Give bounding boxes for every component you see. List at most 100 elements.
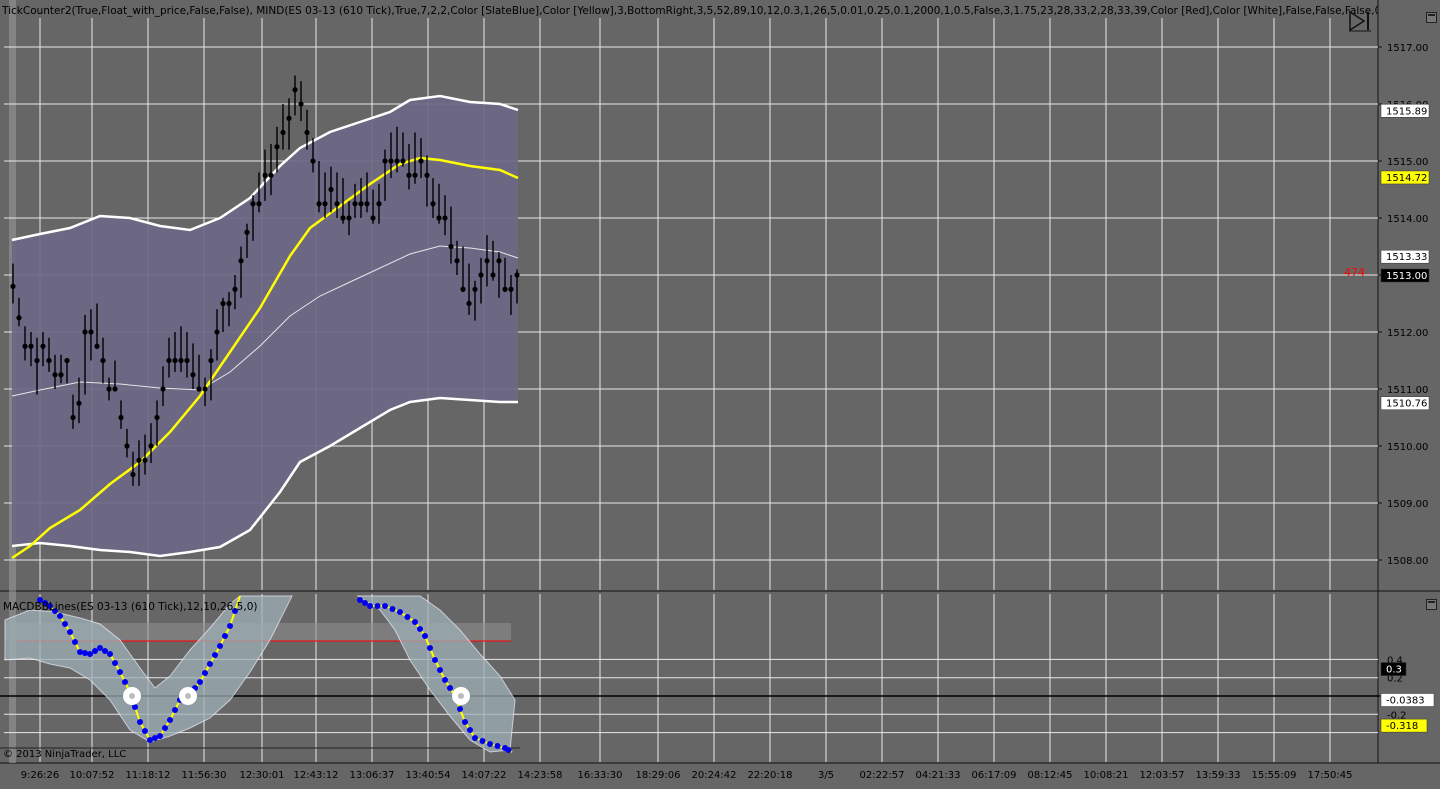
price-bar-close (94, 343, 100, 349)
price-bar-close (484, 258, 490, 264)
price-badge-label: 1513.00 (1386, 271, 1427, 282)
macd-dot (222, 633, 228, 639)
price-bar-close (466, 300, 472, 307)
price-bar-close (160, 386, 166, 392)
panel-collapse-icon[interactable] (1426, 599, 1437, 610)
price-bar-close (28, 343, 34, 349)
price-bar-close (418, 158, 424, 164)
crossover-marker-center (458, 693, 464, 699)
price-bar-close (130, 471, 136, 478)
price-tick-label: 1517.00 (1387, 43, 1428, 54)
price-bar-close (190, 372, 196, 378)
time-tick-label: 12:43:12 (294, 770, 339, 781)
time-tick-label: 22:20:18 (748, 770, 793, 781)
price-bar-close (292, 87, 298, 93)
price-bar-close (340, 215, 346, 221)
macd-dot (207, 661, 213, 667)
time-tick-label: 18:29:06 (636, 770, 681, 781)
price-bar-close (382, 158, 388, 164)
price-bar-close (424, 172, 430, 178)
macd-dot (122, 679, 128, 685)
macd-dot (72, 639, 78, 645)
panel-collapse-icon[interactable] (1426, 12, 1437, 23)
macd-dot (157, 733, 163, 739)
price-bar-close (22, 343, 28, 349)
macd-dot (137, 719, 143, 725)
chart-canvas[interactable]: 1517.001516.001515.001514.001513.001512.… (0, 0, 1440, 789)
time-tick-label: 12:03:57 (1140, 770, 1185, 781)
price-bar-close (142, 457, 148, 463)
macd-dot (167, 717, 173, 723)
time-tick-label: 16:33:30 (578, 770, 623, 781)
price-bar-close (364, 201, 370, 207)
play-pause-icon[interactable] (1348, 9, 1372, 33)
price-tick-label: 1512.00 (1387, 328, 1428, 339)
price-bar-close (346, 215, 352, 221)
price-tick-label: 1510.00 (1387, 442, 1428, 453)
price-bar-close (274, 144, 280, 150)
macd-dot (447, 685, 453, 691)
macd-dot (432, 657, 438, 663)
macd-dot (412, 619, 418, 625)
macd-dot (202, 670, 208, 676)
price-bar-close (454, 258, 460, 264)
price-bar-close (34, 357, 40, 364)
time-tick-label: 08:12:45 (1028, 770, 1073, 781)
price-bar-close (40, 343, 46, 349)
price-bar-close (166, 357, 172, 364)
price-bar-close (112, 386, 118, 392)
price-bar-close (490, 272, 496, 278)
price-bar-close (154, 414, 160, 421)
price-bar-close (406, 172, 412, 178)
macd-dot (117, 669, 123, 675)
price-bar-close (178, 357, 184, 364)
price-bar-close (118, 414, 124, 421)
price-bar-close (196, 386, 202, 392)
macd-dot (102, 648, 108, 654)
price-bar-close (460, 286, 466, 292)
macd-dot (77, 649, 83, 655)
macd-dot (457, 706, 463, 712)
price-bar-close (442, 215, 448, 221)
price-bar-close (250, 201, 256, 207)
price-bar-close (472, 286, 478, 292)
price-tick-label: 1515.00 (1387, 157, 1428, 168)
price-bar-close (214, 329, 220, 335)
macd-dot (357, 597, 363, 603)
time-tick-label: 12:30:01 (240, 770, 285, 781)
time-tick-label: 02:22:57 (860, 770, 905, 781)
macd-badge-label: -0.0383 (1386, 696, 1425, 707)
price-bar-close (58, 372, 64, 378)
time-tick-label: 04:21:33 (916, 770, 961, 781)
macd-dot (142, 728, 148, 734)
macd-dot (82, 650, 88, 656)
macd-dot (374, 603, 381, 609)
price-bar-close (328, 186, 334, 193)
macd-badge-label: -0.318 (1386, 721, 1418, 732)
time-tick-label: 20:24:42 (692, 770, 737, 781)
price-tick-label: 1509.00 (1387, 499, 1428, 510)
macd-dot (97, 645, 103, 651)
price-bar-close (298, 101, 304, 107)
price-bar-close (238, 258, 244, 264)
macd-dot (67, 629, 73, 635)
price-bar-close (310, 158, 316, 164)
price-bar-close (244, 229, 250, 235)
price-bar-close (16, 315, 22, 321)
macd-dot (87, 651, 93, 657)
price-bar-close (334, 201, 340, 207)
price-badge-label: 1515.89 (1386, 106, 1427, 117)
price-bar-close (400, 158, 406, 164)
macd-dot (92, 648, 98, 654)
macd-dot (107, 651, 113, 657)
price-bar-close (256, 201, 262, 207)
macd-dot (462, 719, 468, 725)
time-tick-label: 11:18:12 (126, 770, 171, 781)
price-bar-close (448, 243, 454, 250)
price-bar-close (220, 300, 226, 307)
macd-dot (404, 614, 411, 620)
price-bar-close (316, 201, 322, 207)
time-tick-label: 11:56:30 (182, 770, 227, 781)
macd-dot (427, 645, 433, 651)
macd-dot (494, 743, 501, 749)
